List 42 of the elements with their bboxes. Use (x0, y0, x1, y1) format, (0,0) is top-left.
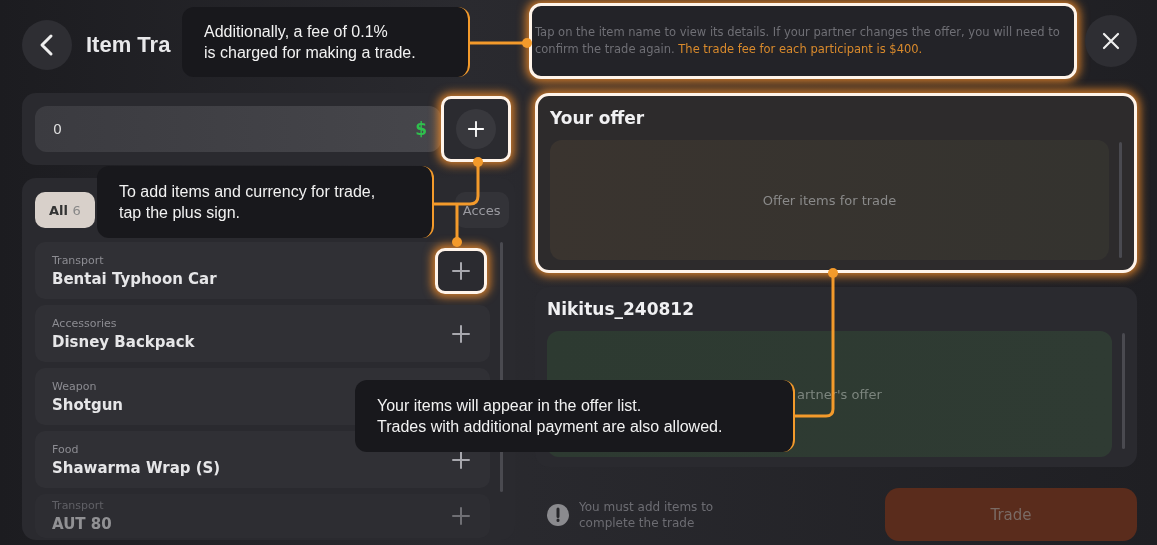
info-text: Tap on the item name to view its details. If your partner changes the offer, you will need to confirm the trade again. The trade fee for each participant is $400. (535, 24, 1061, 58)
plus-icon (451, 449, 471, 470)
item-category: Food (52, 442, 80, 456)
offer-title: Your offer (550, 108, 646, 130)
plus-icon (451, 506, 471, 526)
scrollbar[interactable] (1119, 142, 1122, 258)
item-row[interactable]: Transport Bentai Typhoon Car (35, 242, 490, 299)
dollar-sign: $ (415, 119, 427, 139)
item-row[interactable]: Accessories Disney Backpack (35, 305, 490, 362)
warning-icon (547, 503, 569, 526)
item-category: Accessories (52, 316, 118, 330)
connector-dot (452, 237, 462, 247)
item-name[interactable]: AUT 80 (52, 515, 112, 533)
offer-placeholder: Offer items for trade (762, 192, 897, 208)
item-name[interactable]: Shotgun (52, 395, 124, 414)
item-name[interactable]: Shawarma Wrap (S) (52, 458, 221, 477)
connector-dot (473, 157, 483, 167)
plus-icon (451, 323, 471, 344)
category-tab[interactable]: All 6 (35, 192, 95, 228)
connector-dot (828, 268, 838, 278)
item-category: Weapon (52, 379, 98, 393)
add-item-button[interactable] (435, 247, 487, 294)
currency-field[interactable]: 0 $ (35, 106, 441, 152)
chevron-left-icon (39, 33, 55, 57)
item-name[interactable]: Disney Backpack (52, 332, 195, 351)
plus-icon (451, 260, 471, 281)
tooltip-text: To add items and currency for trade, tap the plus sign. (119, 182, 376, 223)
plus-icon (467, 120, 485, 138)
page-title: Item Tra (86, 32, 171, 58)
category-tab[interactable]: Acces (454, 192, 509, 228)
close-button[interactable] (1085, 15, 1137, 67)
item-name[interactable]: Bentai Typhoon Car (52, 269, 217, 288)
item-category: Transport (52, 253, 105, 267)
offer-title: Nikitus_240812 (547, 299, 695, 321)
close-icon (1102, 32, 1120, 50)
tooltip-text: Additionally, a fee of 0.1% is charged for making a trade. (204, 22, 416, 63)
connector-dot (522, 38, 532, 48)
warning-text: You must add items to complete the trade (579, 498, 715, 531)
add-button[interactable] (441, 96, 511, 162)
scrollbar[interactable] (1122, 333, 1125, 449)
back-button[interactable] (22, 20, 72, 70)
drop-field[interactable]: Offer items for trade (550, 140, 1109, 260)
